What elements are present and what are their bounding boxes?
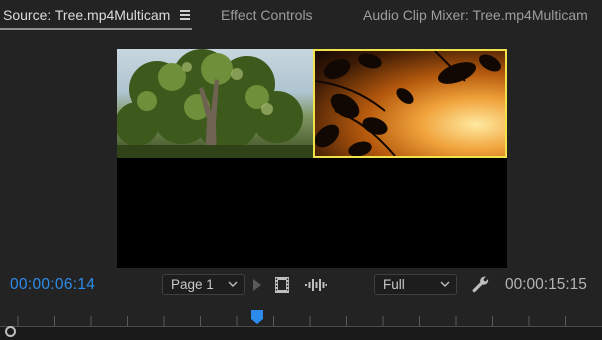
tab-source[interactable]: Source: Tree.mp4Multicam bbox=[3, 7, 170, 23]
multicam-video-display[interactable] bbox=[117, 49, 507, 268]
playback-resolution-value: Full bbox=[383, 277, 405, 292]
tab-audio-clip-mixer[interactable]: Audio Clip Mixer: Tree.mp4Multicam bbox=[363, 7, 588, 23]
zoom-scroll-bar[interactable] bbox=[0, 327, 602, 340]
wrench-icon[interactable] bbox=[472, 276, 490, 294]
duration-timecode: 00:00:15:15 bbox=[505, 276, 587, 293]
camera-1-view[interactable] bbox=[117, 49, 313, 158]
chevron-down-icon bbox=[228, 281, 238, 287]
source-monitor-panel: Source: Tree.mp4Multicam Effect Controls… bbox=[0, 0, 602, 340]
page-select[interactable]: Page 1 bbox=[162, 274, 245, 295]
camera-2-view[interactable] bbox=[313, 49, 507, 158]
audio-follows-video-icon[interactable] bbox=[305, 279, 327, 291]
zoom-scroll-handle[interactable] bbox=[5, 326, 16, 337]
export-frame-icon[interactable] bbox=[274, 276, 290, 294]
current-timecode[interactable]: 00:00:06:14 bbox=[10, 276, 95, 294]
active-tab-indicator bbox=[0, 28, 192, 30]
play-icon[interactable] bbox=[252, 278, 262, 292]
panel-tab-bar: Source: Tree.mp4Multicam Effect Controls… bbox=[0, 0, 602, 34]
ruler-ticks bbox=[17, 316, 566, 326]
tab-effect-controls[interactable]: Effect Controls bbox=[221, 7, 313, 23]
page-select-value: Page 1 bbox=[171, 277, 214, 292]
time-ruler[interactable] bbox=[0, 304, 602, 340]
chevron-down-icon bbox=[440, 281, 450, 287]
hamburger-menu-icon[interactable] bbox=[180, 10, 190, 20]
playback-resolution-select[interactable]: Full bbox=[374, 274, 457, 295]
playhead-marker[interactable] bbox=[250, 309, 264, 325]
